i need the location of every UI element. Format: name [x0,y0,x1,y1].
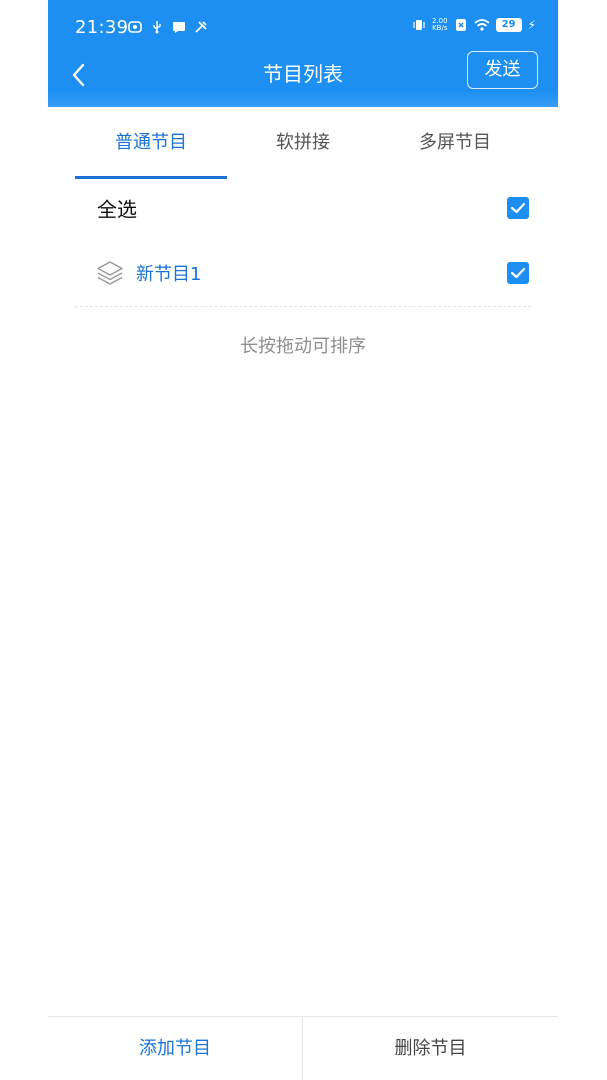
tools-icon [195,21,207,33]
checkmark-icon [510,202,526,214]
tab-soft-splice[interactable]: 软拼接 [227,107,379,179]
tab-multi-screen-programs[interactable]: 多屏节目 [379,107,531,179]
notification-app-icon [128,21,142,33]
program-name: 新节目1 [136,264,202,285]
app-screen: 21:39 2.00 KB/s 29 ⚡ 节目列表 发送 普通节目 软拼接 多屏… [48,0,558,1080]
sim-off-icon [455,19,466,31]
add-program-button[interactable]: 添加节目 [48,1017,303,1080]
charging-icon: ⚡ [527,18,536,32]
program-type-tabs: 普通节目 软拼接 多屏节目 [75,107,531,179]
list-item[interactable]: 新节目1 [75,240,531,307]
usb-icon [153,21,161,34]
app-header: 21:39 2.00 KB/s 29 ⚡ 节目列表 发送 [48,0,558,107]
status-left-icons [128,20,208,34]
header-decoration [48,91,558,107]
select-all-row[interactable]: 全选 [75,176,531,240]
status-time: 21:39 [75,17,129,38]
select-all-label: 全选 [97,197,137,222]
program-checkbox[interactable] [507,262,529,284]
network-speed-unit: KB/s [432,24,448,32]
layers-icon [97,261,123,285]
wifi-icon [473,19,490,31]
vibrate-icon [413,20,425,30]
send-button[interactable]: 发送 [467,51,538,89]
network-speed: 2.00 KB/s [432,18,448,32]
delete-program-button[interactable]: 删除节目 [303,1017,558,1080]
message-icon [173,22,185,33]
status-bar: 21:39 2.00 KB/s 29 ⚡ [48,0,558,56]
tab-normal-programs[interactable]: 普通节目 [75,107,227,179]
sort-hint-text: 长按拖动可排序 [240,336,366,357]
battery-level: 29 [495,18,522,32]
bottom-action-bar: 添加节目 删除节目 [48,1016,558,1080]
checkmark-icon [510,267,526,279]
select-all-checkbox[interactable] [507,197,529,219]
status-right-icons: 2.00 KB/s 29 ⚡ [412,18,536,32]
